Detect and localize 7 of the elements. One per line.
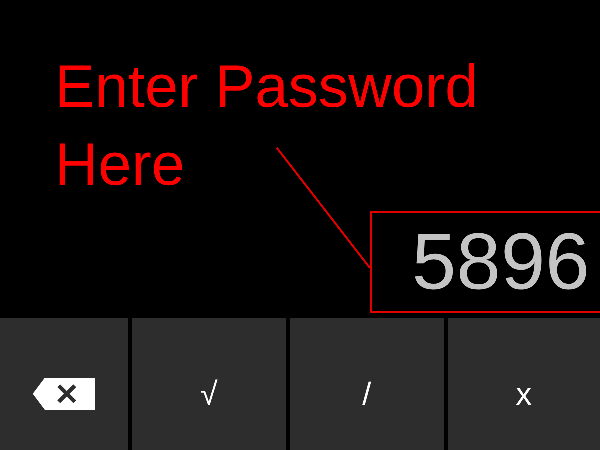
backspace-icon — [33, 378, 95, 410]
password-field[interactable]: 5896 — [370, 211, 600, 313]
symbol-key[interactable]: √ — [132, 318, 286, 450]
symbol-key[interactable]: / — [290, 318, 444, 450]
backspace-key[interactable] — [0, 318, 128, 450]
annotation-text: Enter Password Here — [54, 52, 480, 200]
symbol-key[interactable]: x — [448, 318, 600, 450]
